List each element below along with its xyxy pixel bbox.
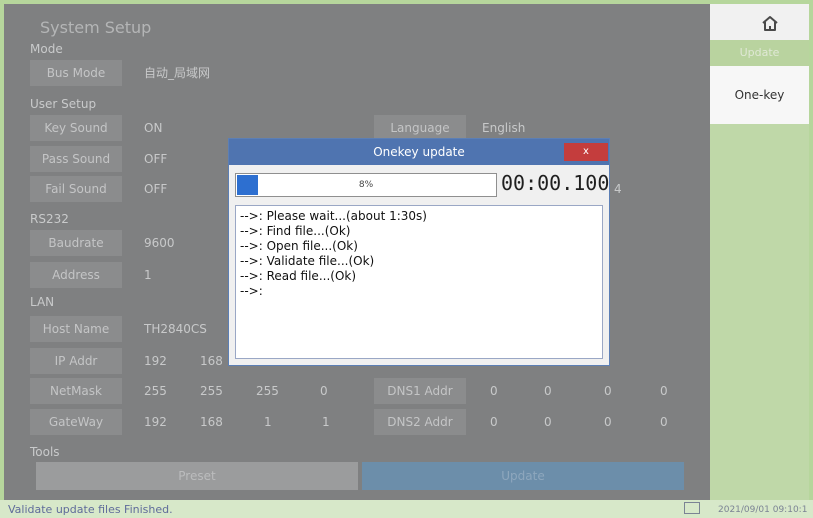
onekey-update-dialog: Onekey update x 8% 00:00.100 -->: Please… [228, 138, 610, 366]
host-name-value[interactable]: TH2840CS [144, 316, 207, 342]
dialog-title: Onekey update [229, 139, 609, 165]
baudrate-label: Baudrate [30, 230, 122, 256]
section-rs232: RS232 [30, 212, 69, 226]
dns2-label: DNS2 Addr [374, 409, 466, 435]
update-log: -->: Please wait...(about 1:30s) -->: Fi… [235, 205, 603, 359]
update-button[interactable]: Update [362, 462, 684, 490]
gateway-octet-1[interactable]: 192 [144, 409, 167, 435]
home-icon[interactable] [760, 14, 780, 34]
gateway-label: GateWay [30, 409, 122, 435]
home-bar[interactable] [710, 4, 809, 40]
section-tools: Tools [30, 445, 60, 459]
section-user-setup: User Setup [30, 97, 97, 111]
host-name-label: Host Name [30, 316, 122, 342]
fail-sound-value[interactable]: OFF [144, 176, 167, 202]
bus-mode-label: Bus Mode [30, 60, 122, 86]
netmask-octet-3[interactable]: 255 [256, 378, 279, 404]
progress-bar: 8% [235, 173, 497, 197]
dns1-octet-1[interactable]: 0 [490, 378, 498, 404]
ip-octet-1[interactable]: 192 [144, 348, 167, 374]
pass-sound-value[interactable]: OFF [144, 146, 167, 172]
fail-sound-label: Fail Sound [30, 176, 122, 202]
dns1-label: DNS1 Addr [374, 378, 466, 404]
gateway-octet-3[interactable]: 1 [264, 409, 272, 435]
baudrate-value[interactable]: 9600 [144, 230, 175, 256]
netmask-octet-1[interactable]: 255 [144, 378, 167, 404]
netmask-octet-2[interactable]: 255 [200, 378, 223, 404]
partial-value: 4 [614, 182, 622, 196]
log-line: -->: Validate file...(Ok) [240, 254, 375, 268]
netmask-label: NetMask [30, 378, 122, 404]
log-line: -->: [240, 284, 263, 298]
address-label: Address [30, 262, 122, 288]
section-lan: LAN [30, 295, 55, 309]
gateway-octet-2[interactable]: 168 [200, 409, 223, 435]
pass-sound-label: Pass Sound [30, 146, 122, 172]
status-time: 2021/09/01 09:10:1 [718, 505, 808, 515]
update-timer: 00:00.100 [501, 171, 610, 195]
dns2-octet-2[interactable]: 0 [544, 409, 552, 435]
status-message: Validate update files Finished. [8, 503, 173, 516]
gateway-octet-4[interactable]: 1 [322, 409, 330, 435]
netmask-octet-4[interactable]: 0 [320, 378, 328, 404]
dns2-octet-1[interactable]: 0 [490, 409, 498, 435]
dns2-octet-4[interactable]: 0 [660, 409, 668, 435]
dns1-octet-3[interactable]: 0 [604, 378, 612, 404]
usb-icon [684, 502, 700, 514]
section-mode: Mode [30, 42, 63, 56]
close-button[interactable]: x [564, 143, 608, 161]
log-line: -->: Find file...(Ok) [240, 224, 351, 238]
dns2-octet-3[interactable]: 0 [604, 409, 612, 435]
log-line: -->: Please wait...(about 1:30s) [240, 209, 427, 223]
dns1-octet-2[interactable]: 0 [544, 378, 552, 404]
progress-percent: 8% [358, 180, 374, 190]
dns1-octet-4[interactable]: 0 [660, 378, 668, 404]
preset-button[interactable]: Preset [36, 462, 358, 490]
bus-mode-value[interactable]: 自动_局域网 [144, 60, 210, 86]
log-line: -->: Open file...(Ok) [240, 239, 358, 253]
key-sound-value[interactable]: ON [144, 115, 162, 141]
page-title: System Setup [40, 18, 152, 37]
tab-update[interactable]: Update [710, 40, 809, 66]
address-value[interactable]: 1 [144, 262, 152, 288]
key-sound-label: Key Sound [30, 115, 122, 141]
ip-octet-2[interactable]: 168 [200, 348, 223, 374]
ip-addr-label: IP Addr [30, 348, 122, 374]
log-line: -->: Read file...(Ok) [240, 269, 357, 283]
onekey-button[interactable]: One-key [710, 66, 809, 124]
